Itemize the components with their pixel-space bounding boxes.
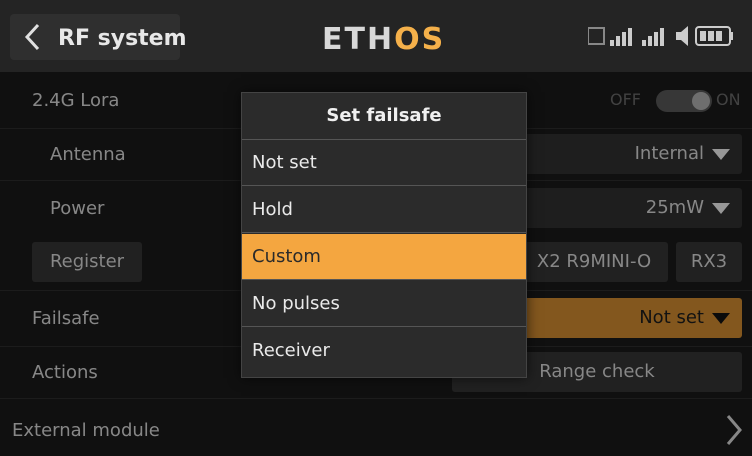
page-title: RF system — [58, 26, 187, 51]
status-icons — [588, 26, 733, 46]
chevron-left-icon[interactable] — [22, 22, 44, 52]
option-receiver[interactable]: Receiver — [242, 328, 526, 374]
header-bar: RF system ETHOS — [0, 0, 752, 72]
model-icon — [588, 27, 605, 45]
dialog-title: Set failsafe — [242, 93, 526, 140]
signal-2g4-icon — [610, 28, 632, 46]
option-no-pulses[interactable]: No pulses — [242, 281, 526, 327]
signal-900m-icon — [642, 28, 664, 46]
set-failsafe-dialog: Set failsafe Not set Hold Custom No puls… — [241, 92, 527, 378]
battery-icon — [695, 26, 733, 46]
option-hold[interactable]: Hold — [242, 187, 526, 233]
option-not-set[interactable]: Not set — [242, 140, 526, 186]
rf-system-screen: RF system ETHOS 2.4G Lora OFF ON Antenna… — [0, 0, 752, 456]
speaker-icon — [676, 26, 688, 46]
ethos-logo: ETHOS — [322, 22, 446, 57]
option-custom[interactable]: Custom — [242, 234, 526, 280]
